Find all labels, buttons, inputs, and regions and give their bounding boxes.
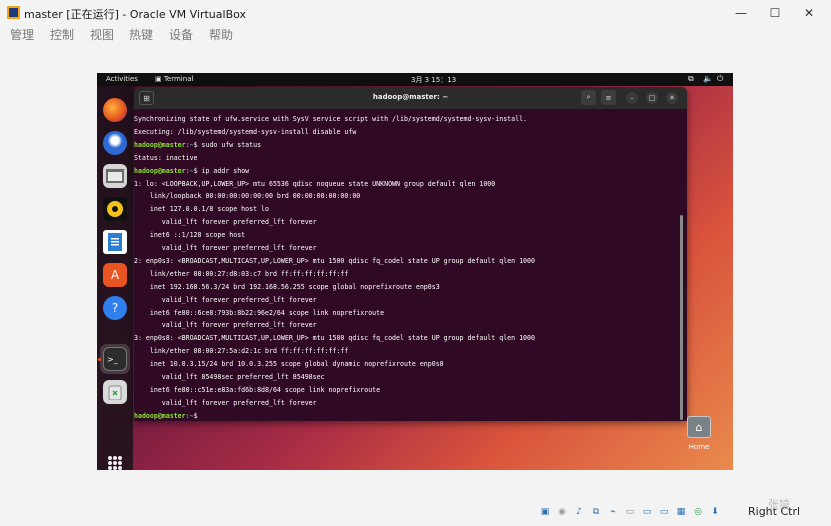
search-icon[interactable]: ⌕ — [581, 90, 596, 105]
menu-view[interactable]: 视图 — [90, 26, 114, 43]
thunderbird-icon[interactable] — [103, 131, 127, 155]
activities-button[interactable]: Activities — [106, 75, 138, 83]
terminal-output-line: inet6 ::1/128 scope host — [134, 231, 246, 240]
network-icon[interactable]: ⧉ — [688, 74, 694, 84]
terminal-output-line: link/loopback 00:00:00:00:00:00 brd 00:0… — [134, 192, 361, 201]
terminal-close-button[interactable]: ✕ — [666, 92, 678, 104]
terminal-output-line: 1: lo: <LOOPBACK,UP,LOWER_UP> mtu 65536 … — [134, 179, 496, 188]
terminal-output-line: link/ether 08:00:27:5a:d2:1c brd ff:ff:f… — [134, 347, 349, 356]
topbar-app-menu[interactable]: ▣ Terminal — [155, 75, 193, 83]
terminal-maximize-button[interactable]: □ — [646, 92, 658, 104]
terminal-output-line: inet 10.0.3.15/24 brd 10.0.3.255 scope g… — [134, 360, 444, 369]
virtualization-icon[interactable]: ▦ — [674, 505, 688, 519]
command-text: $ — [193, 411, 202, 420]
menu-control[interactable]: 控制 — [50, 26, 74, 43]
watermark: 张猿 — [768, 498, 790, 511]
terminal-output-line: link/ether 08:00:27:d8:03:c7 brd ff:ff:f… — [134, 269, 349, 278]
network-adapter-icon[interactable]: ⧉ — [589, 505, 603, 519]
terminal-output-line: valid_lft forever preferred_lft forever — [134, 398, 317, 407]
terminal-output-line: inet 192.168.56.3/24 brd 192.168.56.255 … — [134, 282, 440, 291]
terminal-output-line: inet6 fe80::c51e:e83a:fd6b:8d8/64 scope … — [134, 385, 381, 394]
window-title: master [正在运行] - Oracle VM VirtualBox — [24, 8, 247, 21]
menu-devices[interactable]: 设备 — [169, 26, 193, 43]
menu-help[interactable]: 帮助 — [209, 26, 233, 43]
prompt-path: :~ — [185, 140, 194, 149]
audio-icon[interactable]: ♪ — [572, 505, 586, 519]
prompt-user: hadoop@master — [134, 411, 186, 420]
terminal-output-line: valid_lft 85498sec preferred_lft 85498se… — [134, 373, 325, 381]
terminal-header[interactable]: ⊞ hadoop@master: ~ ⌕ ≡ – □ ✕ — [134, 87, 687, 109]
prompt-path: :~ — [185, 411, 194, 420]
terminal-output-line: valid_lft forever preferred_lft forever — [134, 244, 317, 252]
trash-icon[interactable] — [103, 380, 127, 404]
recording-icon[interactable]: ▭ — [657, 505, 671, 519]
terminal-output-line: valid_lft forever preferred_lft forever — [134, 218, 317, 227]
terminal-output-line: Synchronizing state of ufw.service with … — [134, 115, 528, 123]
terminal-output-line: valid_lft forever preferred_lft forever — [134, 295, 317, 304]
dock: A ? >_ — [97, 86, 133, 470]
guest-additions-icon[interactable]: ◎ — [691, 505, 705, 519]
terminal-command-line: hadoop@master:~$ sudo ufw status — [134, 139, 261, 151]
vm-display[interactable]: Activities ▣ Terminal 3月 3 15：13 ⧉ 🔈 ⏻ A… — [97, 73, 733, 470]
terminal-output-line: Status: inactive — [134, 153, 198, 162]
clock[interactable]: 3月 3 15：13 — [411, 75, 456, 85]
prompt-user: hadoop@master — [134, 140, 186, 149]
app-center-icon[interactable]: A — [103, 263, 127, 287]
virtualbox-icon — [7, 6, 20, 19]
prompt-path: :~ — [185, 166, 194, 175]
terminal-output-line: valid_lft forever preferred_lft forever — [134, 321, 317, 330]
display-icon[interactable]: ▭ — [640, 505, 654, 519]
rhythmbox-icon[interactable] — [103, 197, 127, 221]
menu-hotkeys[interactable]: 热键 — [129, 26, 153, 43]
command-text: $ ip addr show — [193, 166, 250, 175]
menu-bar: 管理 控制 视图 热键 设备 帮助 — [0, 26, 831, 44]
terminal-window[interactable]: ⊞ hadoop@master: ~ ⌕ ≡ – □ ✕ Synchronizi… — [134, 87, 687, 421]
power-icon[interactable]: ⏻ — [717, 74, 723, 84]
show-apps-icon[interactable] — [108, 456, 122, 470]
menu-manage[interactable]: 管理 — [10, 26, 34, 43]
window-titlebar: master [正在运行] - Oracle VM VirtualBox — ☐… — [0, 0, 831, 26]
maximize-button[interactable]: ☐ — [758, 3, 792, 23]
home-folder-icon[interactable]: ⌂ — [687, 416, 711, 438]
terminal-command-line: hadoop@master:~$ — [134, 410, 202, 421]
command-text: $ sudo ufw status — [193, 140, 262, 149]
terminal-command-line: hadoop@master:~$ ip addr show — [134, 165, 249, 177]
terminal-output-line: 3: enp0s8: <BROADCAST,MULTICAST,UP,LOWER… — [134, 334, 535, 343]
firefox-icon[interactable] — [103, 98, 127, 122]
terminal-output-line: 2: enp0s3: <BROADCAST,MULTICAST,UP,LOWER… — [134, 256, 535, 265]
running-indicator — [98, 358, 101, 361]
terminal-scrollbar[interactable] — [680, 215, 683, 420]
help-icon[interactable]: ? — [103, 296, 127, 320]
prompt-user: hadoop@master — [134, 166, 186, 175]
terminal-icon[interactable]: >_ — [103, 347, 127, 371]
terminal-output[interactable]: Synchronizing state of ufw.service with … — [134, 113, 682, 421]
writer-icon[interactable] — [103, 230, 127, 254]
files-icon[interactable] — [103, 164, 127, 188]
mouse-integration-icon[interactable]: ⬇ — [708, 505, 722, 519]
minimize-button[interactable]: — — [724, 3, 758, 23]
topbar-app-name: Terminal — [163, 75, 194, 83]
status-bar: ▣ ◉ ♪ ⧉ ⌁ ▭ ▭ ▭ ▦ ◎ ⬇ — [538, 503, 722, 520]
terminal-output-line: inet6 fe80::6ce8:793b:8b22:96e2/64 scope… — [134, 308, 385, 317]
shared-folders-icon[interactable]: ▭ — [623, 505, 637, 519]
terminal-small-icon: ▣ — [155, 75, 164, 83]
terminal-minimize-button[interactable]: – — [626, 92, 638, 104]
terminal-output-line: Executing: /lib/systemd/systemd-sysv-ins… — [134, 127, 357, 136]
terminal-output-line: inet 127.0.0.1/8 scope host lo — [134, 205, 269, 214]
volume-icon[interactable]: 🔈 — [703, 74, 713, 83]
hamburger-menu-icon[interactable]: ≡ — [601, 90, 616, 105]
usb-icon[interactable]: ⌁ — [606, 505, 620, 519]
guest-top-bar: Activities ▣ Terminal 3月 3 15：13 ⧉ 🔈 ⏻ — [97, 73, 733, 86]
optical-drive-icon[interactable]: ◉ — [555, 505, 569, 519]
storage-icon[interactable]: ▣ — [538, 505, 552, 519]
home-folder-label: Home — [688, 443, 710, 451]
close-button[interactable]: ✕ — [792, 3, 826, 23]
